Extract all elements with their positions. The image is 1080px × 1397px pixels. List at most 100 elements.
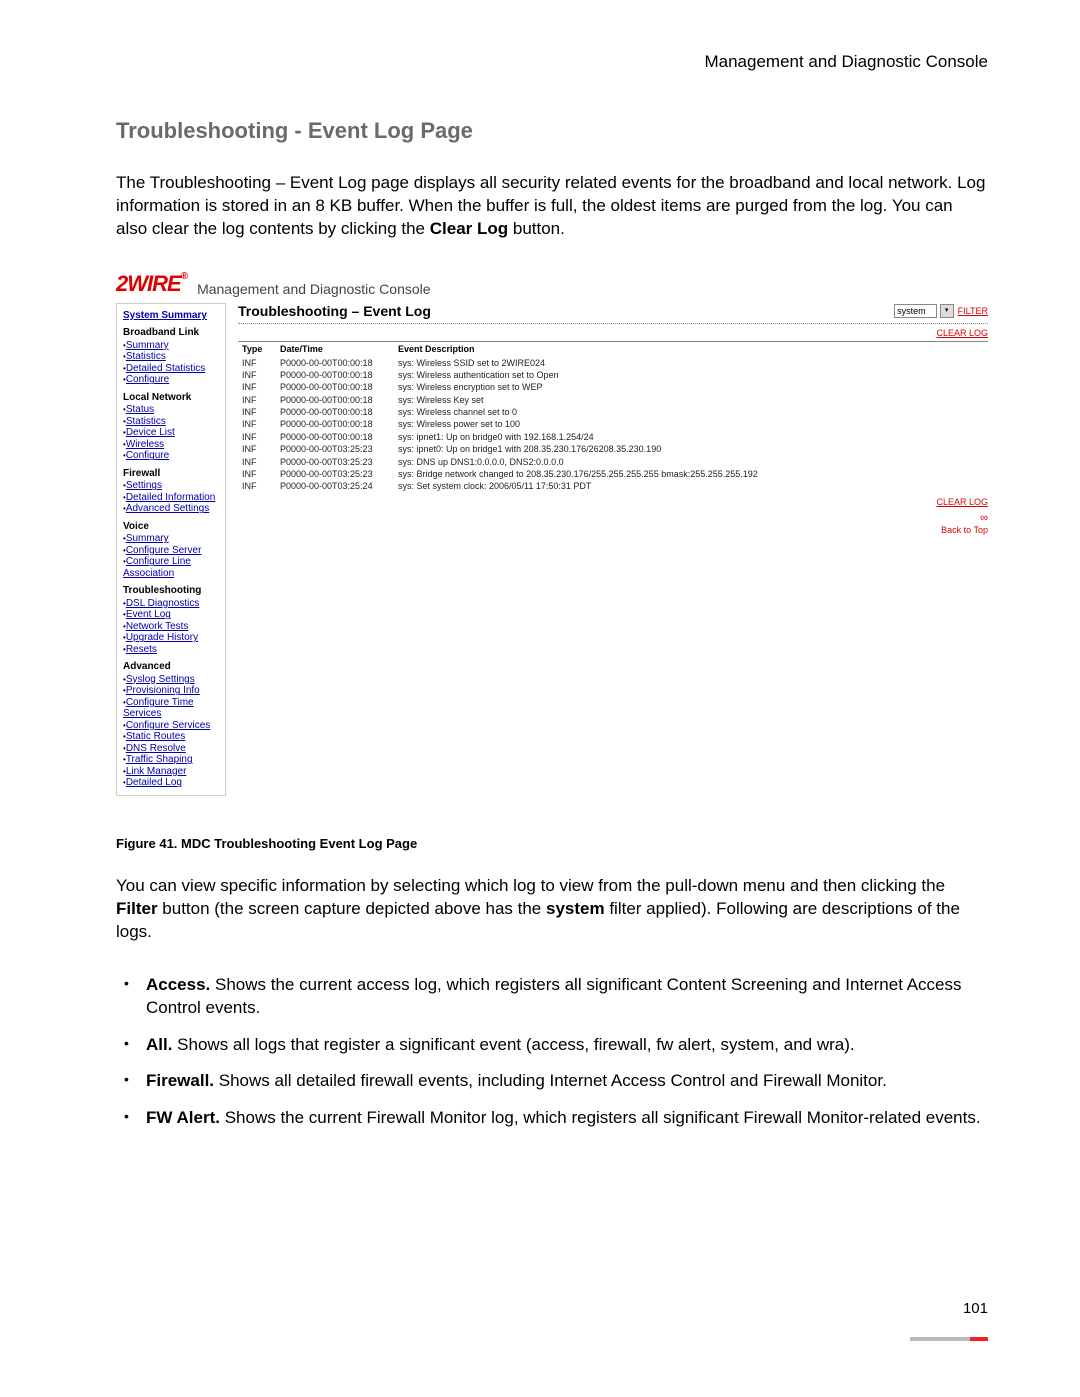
sidebar-item: Settings (123, 480, 219, 492)
cell-datetime: P0000-00-00T03:25:23 (276, 443, 394, 455)
sidebar-link[interactable]: Summary (126, 533, 169, 544)
back-to-top-link[interactable]: Back to Top (941, 525, 988, 535)
cell-desc: sys: Wireless encryption set to WEP (394, 381, 988, 393)
event-log-table: Type Date/Time Event Description INFP000… (238, 341, 988, 492)
content-pane: Troubleshooting – Event Log system▾ FILT… (226, 303, 988, 796)
cell-type: INF (238, 468, 276, 480)
sidebar-link[interactable]: Wireless (126, 439, 164, 450)
sidebar-item: Detailed Information (123, 492, 219, 504)
sidebar-link[interactable]: Configure Server (126, 545, 202, 556)
sidebar-group-title: Broadband Link (123, 327, 219, 339)
sidebar-link[interactable]: Configure (126, 374, 169, 385)
cell-desc: sys: Wireless Key set (394, 394, 988, 406)
sidebar-item: Detailed Log (123, 777, 219, 789)
sidebar-link[interactable]: Resets (126, 644, 157, 655)
cell-datetime: P0000-00-00T03:25:24 (276, 480, 394, 492)
chevron-down-icon[interactable]: ▾ (940, 304, 954, 318)
sidebar-system-summary[interactable]: System Summary (123, 310, 207, 321)
sidebar-item: Upgrade History (123, 632, 219, 644)
sidebar-link[interactable]: Provisioning Info (126, 685, 200, 696)
sidebar-link[interactable]: Status (126, 404, 154, 415)
log-descriptions-list: Access. Shows the current access log, wh… (116, 974, 988, 1131)
brand-logo: 2WIRE® (116, 271, 187, 297)
sidebar-item: Configure Server (123, 545, 219, 557)
table-row: INFP0000-00-00T00:00:18sys: Wireless cha… (238, 406, 988, 418)
cell-datetime: P0000-00-00T00:00:18 (276, 418, 394, 430)
sidebar-link[interactable]: Configure Services (126, 720, 210, 731)
table-row: INFP0000-00-00T00:00:18sys: ipnet1: Up o… (238, 431, 988, 443)
sidebar-link[interactable]: Statistics (126, 416, 166, 427)
cell-desc: sys: Wireless power set to 100 (394, 418, 988, 430)
list-item: All. Shows all logs that register a sign… (116, 1034, 988, 1057)
cell-desc: sys: Wireless channel set to 0 (394, 406, 988, 418)
clear-log-button[interactable]: CLEAR LOG (936, 328, 988, 338)
sidebar-link[interactable]: Settings (126, 480, 162, 491)
sidebar-item: Status (123, 404, 219, 416)
table-row: INFP0000-00-00T03:25:23sys: ipnet0: Up o… (238, 443, 988, 455)
sidebar-item: Configure Services (123, 720, 219, 732)
sidebar-link[interactable]: Upgrade History (126, 632, 198, 643)
sidebar-link[interactable]: Traffic Shaping (126, 754, 193, 765)
sidebar-link[interactable]: Device List (126, 427, 175, 438)
sidebar-item: Device List (123, 427, 219, 439)
footer-bar (910, 1337, 988, 1341)
cell-datetime: P0000-00-00T00:00:18 (276, 406, 394, 418)
cell-desc: sys: Wireless authentication set to Open (394, 369, 988, 381)
console-title: Management and Diagnostic Console (197, 281, 430, 297)
sidebar-link[interactable]: Detailed Statistics (126, 363, 205, 374)
figure-caption: Figure 41. MDC Troubleshooting Event Log… (116, 836, 988, 851)
loop-icon: ∞ (980, 512, 988, 524)
list-item: FW Alert. Shows the current Firewall Mon… (116, 1107, 988, 1130)
page-number: 101 (963, 1300, 988, 1317)
sidebar-link[interactable]: Syslog Settings (126, 674, 195, 685)
sidebar: System Summary Broadband LinkSummaryStat… (116, 303, 226, 796)
sidebar-link[interactable]: Summary (126, 340, 169, 351)
sidebar-item: DNS Resolve (123, 743, 219, 755)
sidebar-link[interactable]: Event Log (126, 609, 171, 620)
sidebar-link[interactable]: Link Manager (126, 766, 187, 777)
sidebar-item: DSL Diagnostics (123, 598, 219, 610)
divider (238, 323, 988, 324)
cell-datetime: P0000-00-00T03:25:23 (276, 468, 394, 480)
sidebar-item: Configure (123, 374, 219, 386)
sidebar-link[interactable]: Detailed Log (126, 777, 182, 788)
sidebar-link[interactable]: Configure Time Services (123, 697, 194, 720)
cell-desc: sys: ipnet0: Up on bridge1 with 208.35.2… (394, 443, 988, 455)
cell-datetime: P0000-00-00T00:00:18 (276, 357, 394, 369)
sidebar-group-title: Advanced (123, 661, 219, 673)
sidebar-link[interactable]: Static Routes (126, 731, 185, 742)
sidebar-link[interactable]: Configure Line Association (123, 556, 191, 579)
filter-button[interactable]: FILTER (958, 306, 988, 316)
col-type: Type (238, 342, 276, 357)
table-row: INFP0000-00-00T00:00:18sys: Wireless Key… (238, 394, 988, 406)
cell-type: INF (238, 456, 276, 468)
cell-datetime: P0000-00-00T03:25:23 (276, 456, 394, 468)
table-row: INFP0000-00-00T00:00:18sys: Wireless aut… (238, 369, 988, 381)
sidebar-item: Summary (123, 340, 219, 352)
sidebar-item: Link Manager (123, 766, 219, 778)
intro-text-2: button. (508, 219, 565, 238)
page-title: Troubleshooting - Event Log Page (116, 118, 988, 144)
clear-log-button-bottom[interactable]: CLEAR LOG (936, 497, 988, 507)
intro-paragraph: The Troubleshooting – Event Log page dis… (116, 172, 988, 241)
cell-datetime: P0000-00-00T00:00:18 (276, 369, 394, 381)
col-datetime: Date/Time (276, 342, 394, 357)
table-row: INFP0000-00-00T00:00:18sys: Wireless pow… (238, 418, 988, 430)
sidebar-item: Summary (123, 533, 219, 545)
sidebar-link[interactable]: Configure (126, 450, 169, 461)
paragraph-2: You can view specific information by sel… (116, 875, 988, 944)
sidebar-group-title: Voice (123, 521, 219, 533)
cell-desc: sys: Set system clock: 2006/05/11 17:50:… (394, 480, 988, 492)
filter-select[interactable]: system (894, 304, 937, 318)
sidebar-link[interactable]: DNS Resolve (126, 743, 186, 754)
sidebar-link[interactable]: Statistics (126, 351, 166, 362)
sidebar-item: Statistics (123, 416, 219, 428)
sidebar-group-title: Troubleshooting (123, 585, 219, 597)
sidebar-link[interactable]: Advanced Settings (126, 503, 209, 514)
sidebar-link[interactable]: DSL Diagnostics (126, 598, 200, 609)
sidebar-link[interactable]: Detailed Information (126, 492, 216, 503)
sidebar-item: Static Routes (123, 731, 219, 743)
sidebar-item: Traffic Shaping (123, 754, 219, 766)
figure-screenshot: 2WIRE® Management and Diagnostic Console… (116, 271, 988, 796)
sidebar-link[interactable]: Network Tests (126, 621, 189, 632)
